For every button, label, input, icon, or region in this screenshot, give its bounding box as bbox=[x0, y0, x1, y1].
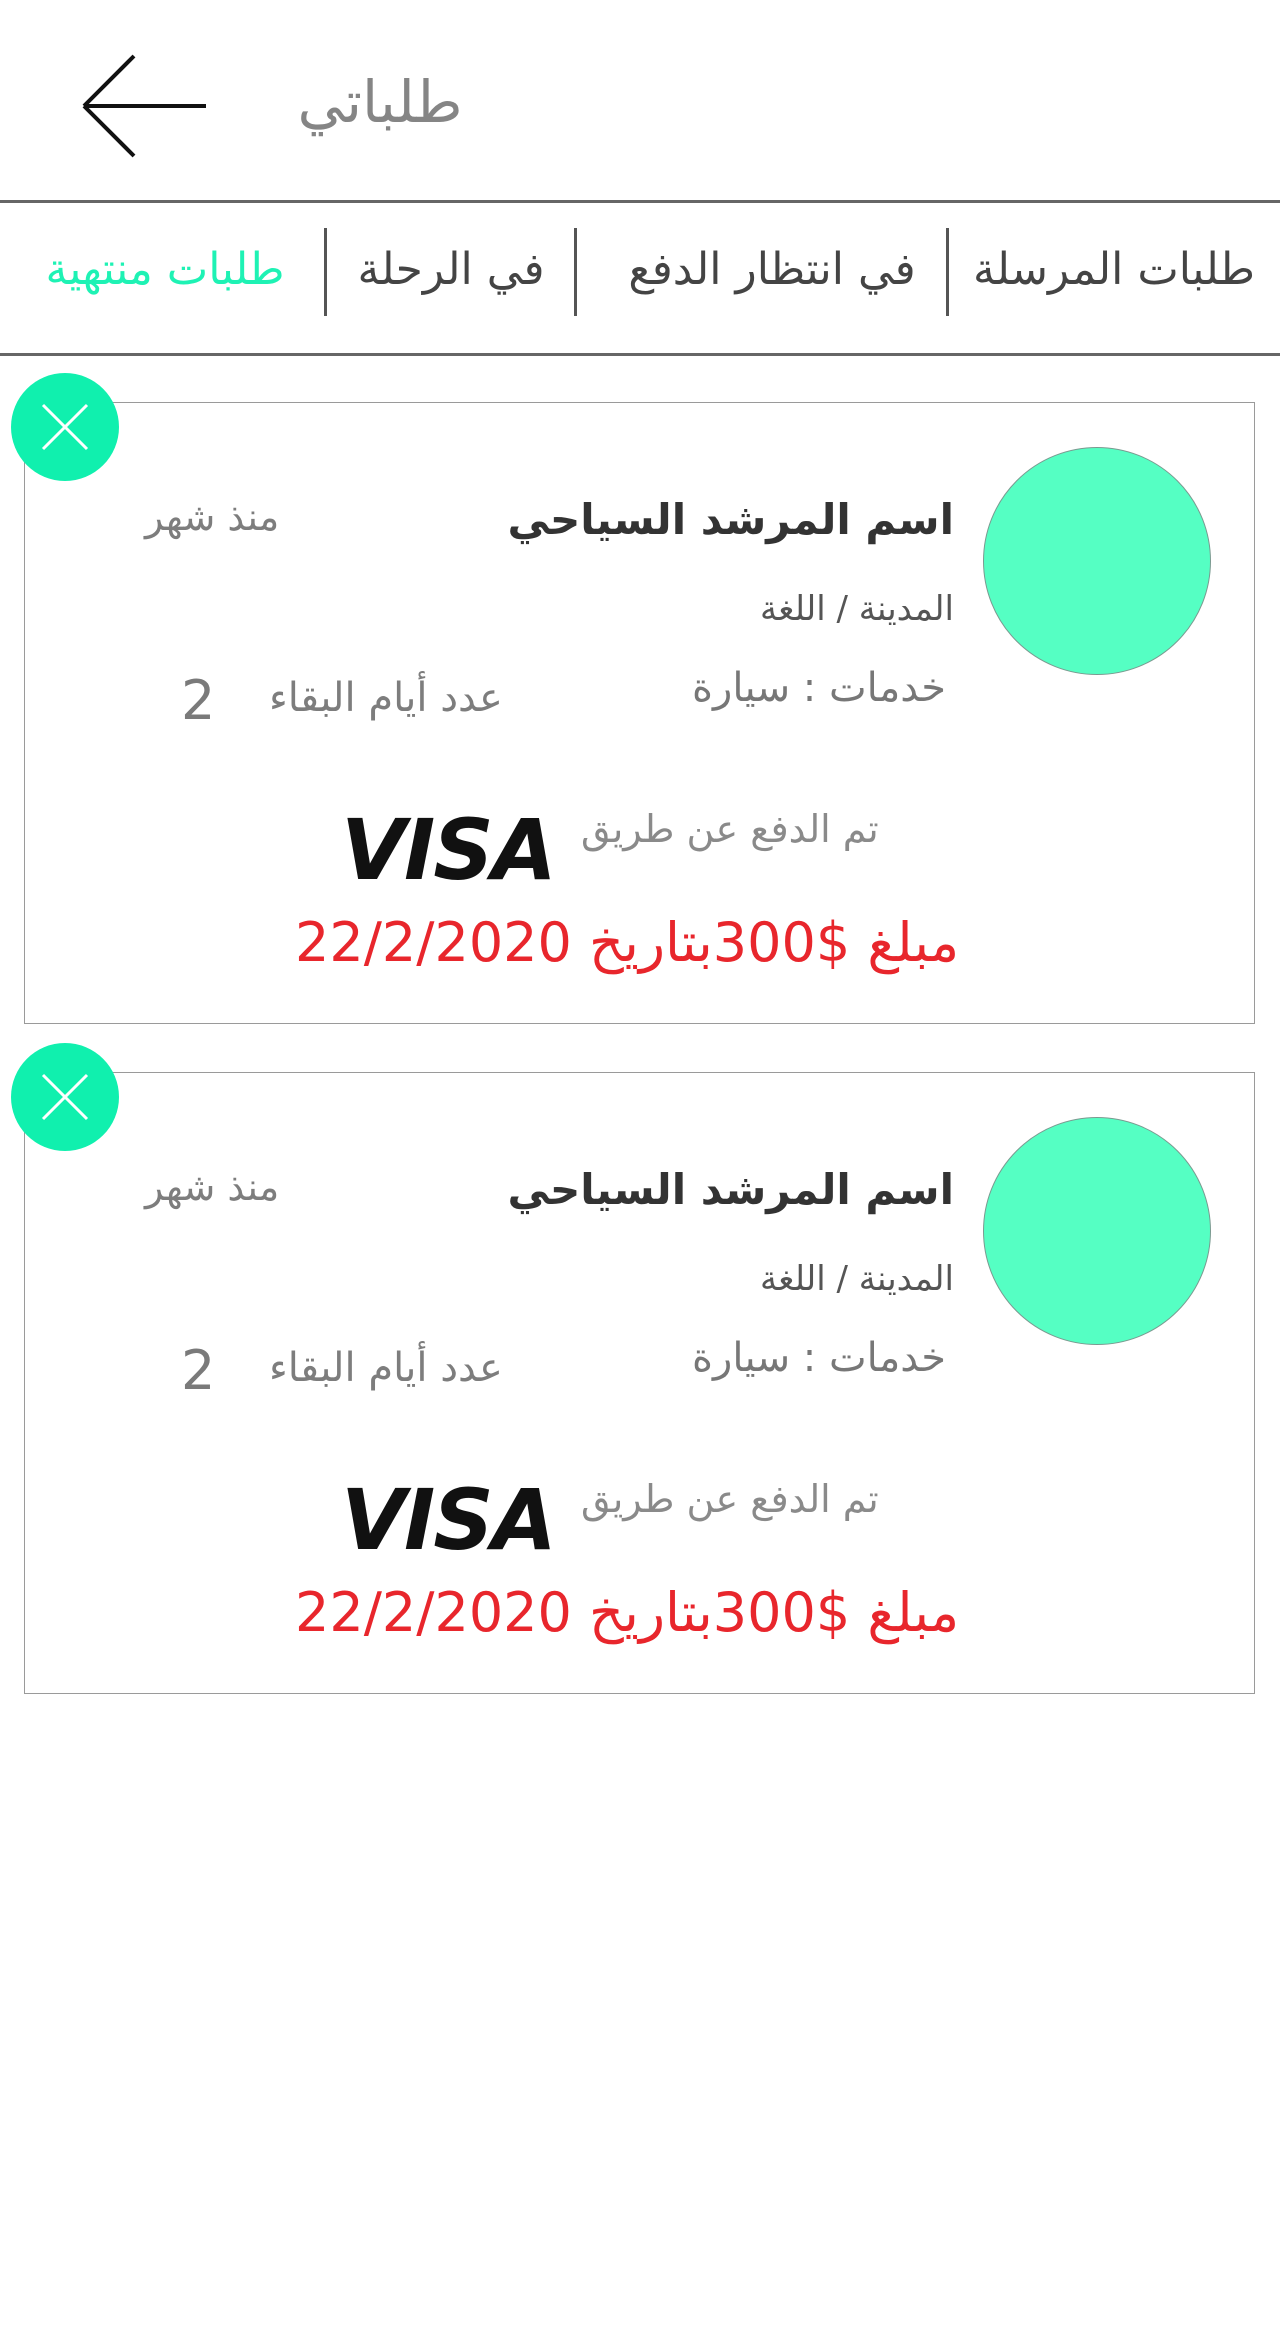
order-card: اسم المرشد السياحي منذ شهر المدينة / الل… bbox=[11, 373, 1255, 1024]
tab-on-trip[interactable]: في الرحلة bbox=[346, 230, 556, 310]
tab-finished-requests[interactable]: طلبات منتهية bbox=[30, 230, 300, 310]
close-icon bbox=[41, 1073, 89, 1121]
days-label: عدد أيام البقاء bbox=[269, 1345, 503, 1391]
page-title: طلباتي bbox=[297, 68, 463, 136]
tab-awaiting-payment[interactable]: في انتظار الدفع bbox=[612, 230, 932, 310]
city-language: المدينة / اللغة bbox=[759, 589, 954, 629]
order-time: منذ شهر bbox=[145, 1165, 280, 1209]
arrow-left-icon bbox=[82, 54, 206, 158]
guide-name: اسم المرشد السياحي bbox=[507, 495, 954, 544]
avatar bbox=[983, 1117, 1211, 1345]
amount-date: مبلغ $300بتاريخ 22/2/2020 bbox=[295, 1581, 960, 1644]
order-card: اسم المرشد السياحي منذ شهر المدينة / الل… bbox=[11, 1043, 1255, 1694]
tab-divider bbox=[324, 228, 327, 316]
days-value: 2 bbox=[181, 669, 216, 732]
tabs-divider bbox=[0, 353, 1280, 356]
back-button[interactable] bbox=[80, 52, 210, 160]
days-value: 2 bbox=[181, 1339, 216, 1402]
services: خدمات : سيارة bbox=[692, 1335, 946, 1381]
services: خدمات : سيارة bbox=[692, 665, 946, 711]
header-divider bbox=[0, 200, 1280, 203]
amount-date: مبلغ $300بتاريخ 22/2/2020 bbox=[295, 911, 960, 974]
close-button[interactable] bbox=[11, 1043, 119, 1151]
city-language: المدينة / اللغة bbox=[759, 1259, 954, 1299]
paid-via-label: تم الدفع عن طريق bbox=[581, 1477, 879, 1521]
close-button[interactable] bbox=[11, 373, 119, 481]
days-label: عدد أيام البقاء bbox=[269, 675, 503, 721]
order-time: منذ شهر bbox=[145, 495, 280, 539]
avatar bbox=[983, 447, 1211, 675]
tab-sent-requests[interactable]: طلبات المرسلة bbox=[968, 230, 1260, 310]
tab-divider bbox=[574, 228, 577, 316]
guide-name: اسم المرشد السياحي bbox=[507, 1165, 954, 1214]
tab-divider bbox=[946, 228, 949, 316]
close-icon bbox=[41, 403, 89, 451]
paid-via-label: تم الدفع عن طريق bbox=[581, 807, 879, 851]
visa-logo: VISA bbox=[341, 1471, 557, 1569]
visa-logo: VISA bbox=[341, 801, 557, 899]
